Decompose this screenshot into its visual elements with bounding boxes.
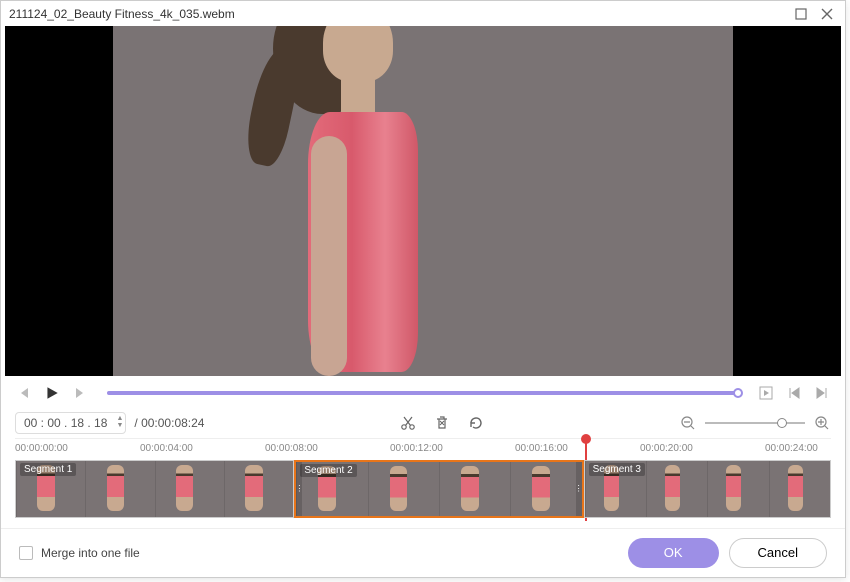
progress-bar[interactable] — [107, 391, 739, 395]
time-row: 00 : 00 . 18 . 18 ▲▼ / 00:00:08:24 — [1, 409, 845, 436]
goto-start-button[interactable] — [785, 384, 803, 402]
zoom-in-icon[interactable] — [813, 414, 831, 432]
window-title: 211124_02_Beauty Fitness_4k_035.webm — [9, 7, 785, 21]
delete-icon[interactable] — [433, 414, 451, 432]
segment-handle-right[interactable]: ⋮ — [576, 462, 582, 516]
play-in-out-button[interactable] — [757, 384, 775, 402]
merge-checkbox[interactable] — [19, 546, 33, 560]
zoom-out-icon[interactable] — [679, 414, 697, 432]
goto-end-button[interactable] — [813, 384, 831, 402]
trim-dialog: 211124_02_Beauty Fitness_4k_035.webm 00 … — [0, 0, 846, 578]
progress-handle[interactable] — [733, 388, 743, 398]
segment[interactable]: Segment 2⋮⋮ — [294, 460, 583, 518]
ruler-tick: 00:00:08:00 — [265, 443, 318, 454]
ok-button[interactable]: OK — [628, 538, 719, 568]
video-frame — [113, 26, 733, 376]
video-preview — [5, 26, 841, 376]
reset-icon[interactable] — [467, 414, 485, 432]
segment-label: Segment 2 — [300, 464, 356, 477]
ruler-tick: 00:00:12:00 — [390, 443, 443, 454]
playback-controls — [1, 376, 845, 409]
segment[interactable]: Segment 1 — [15, 460, 294, 518]
segment[interactable]: Segment 3 — [584, 460, 831, 518]
close-button[interactable] — [817, 4, 837, 24]
zoom-slider[interactable] — [705, 422, 805, 424]
preview-subject — [213, 26, 473, 376]
ruler-tick: 00:00:16:00 — [515, 443, 568, 454]
ruler-tick: 00:00:24:00 — [765, 443, 818, 454]
ruler-tick: 00:00:00:00 — [15, 443, 68, 454]
time-input[interactable]: 00 : 00 . 18 . 18 ▲▼ — [15, 412, 126, 434]
merge-label: Merge into one file — [41, 546, 618, 560]
next-frame-button[interactable] — [71, 384, 89, 402]
maximize-button[interactable] — [791, 4, 811, 24]
zoom-handle[interactable] — [777, 418, 787, 428]
prev-frame-button[interactable] — [15, 384, 33, 402]
ruler-tick: 00:00:04:00 — [140, 443, 193, 454]
footer: Merge into one file OK Cancel — [1, 528, 845, 577]
ruler-tick: 00:00:20:00 — [640, 443, 693, 454]
segments-track: Segment 1Segment 2⋮⋮Segment 3 — [15, 460, 831, 518]
cut-icon[interactable] — [399, 414, 417, 432]
tool-icons — [399, 414, 485, 432]
timeline-ruler[interactable]: 00:00:00:00 00:00:04:00 00:00:08:00 00:00:1… — [15, 438, 831, 460]
titlebar: 211124_02_Beauty Fitness_4k_035.webm — [1, 1, 845, 26]
segment-label: Segment 3 — [589, 463, 645, 476]
segment-label: Segment 1 — [20, 463, 76, 476]
cancel-button[interactable]: Cancel — [729, 538, 827, 568]
total-time: / 00:00:08:24 — [134, 416, 204, 430]
time-stepper[interactable]: ▲▼ — [116, 415, 123, 429]
play-button[interactable] — [43, 384, 61, 402]
zoom-controls — [679, 414, 831, 432]
